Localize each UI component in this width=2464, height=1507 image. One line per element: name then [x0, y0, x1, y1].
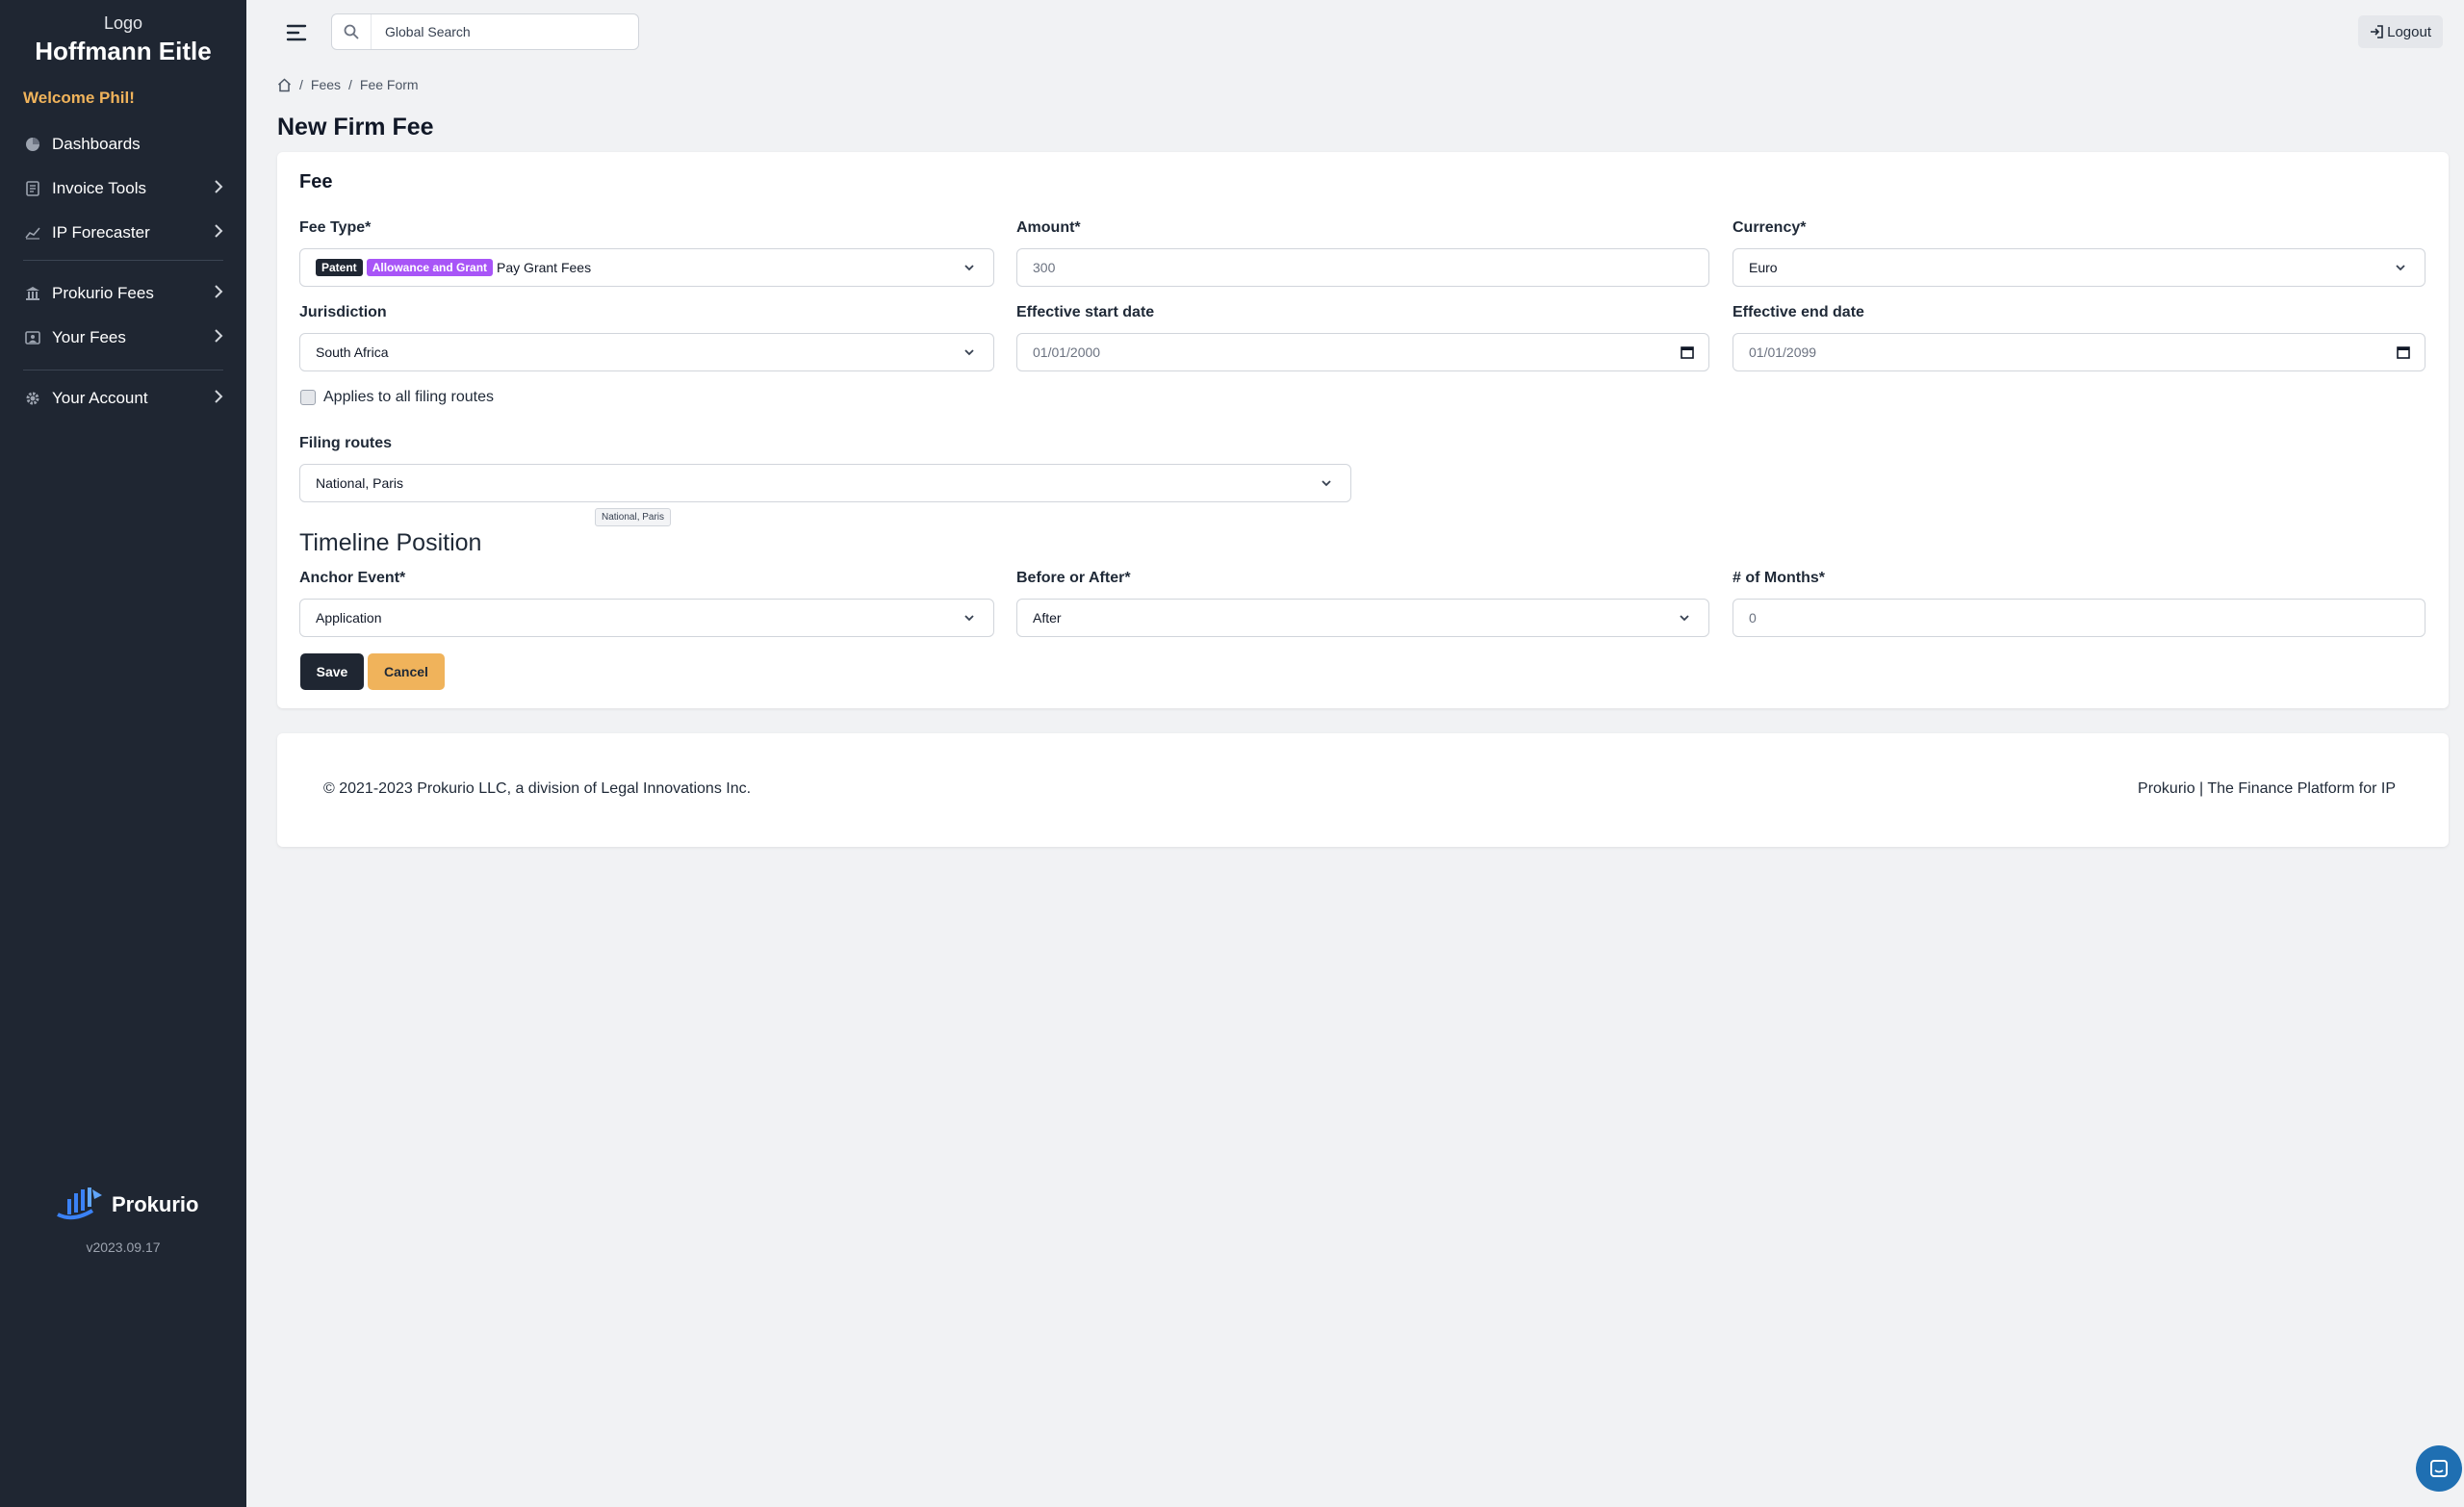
sidebar-item-label: Prokurio Fees	[52, 284, 154, 302]
chevron-down-icon	[1676, 609, 1693, 626]
applies-all-routes-row[interactable]: Applies to all filing routes	[300, 389, 494, 406]
filing-routes-label: Filing routes	[299, 435, 392, 451]
chevron-down-icon	[1318, 474, 1335, 492]
sidebar-item-label: IP Forecaster	[52, 223, 150, 242]
fee-type-select[interactable]: Patent Allowance and Grant Pay Grant Fee…	[299, 248, 994, 287]
chevron-down-icon	[2392, 259, 2409, 276]
applies-all-routes-checkbox[interactable]	[300, 390, 316, 405]
logout-label: Logout	[2387, 23, 2431, 40]
footer-copyright: © 2021-2023 Prokurio LLC, a division of …	[323, 780, 752, 797]
prokurio-logo-icon	[57, 1188, 102, 1220]
fee-section-title: Fee	[299, 171, 333, 192]
filing-routes-value: National, Paris	[316, 475, 404, 491]
gear-icon	[23, 389, 42, 408]
start-date-value: 01/01/2000	[1033, 345, 1101, 360]
chevron-right-icon	[214, 179, 223, 198]
sidebar-item-label: Your Account	[52, 389, 148, 407]
end-date-label: Effective end date	[1732, 304, 1864, 320]
app-version: v2023.09.17	[86, 1239, 161, 1255]
months-label: # of Months*	[1732, 570, 1825, 586]
amount-label: Amount*	[1016, 219, 1081, 236]
firm-name: Hoffmann Eitle	[35, 37, 212, 65]
start-date-label: Effective start date	[1016, 304, 1155, 320]
global-search[interactable]	[331, 13, 639, 50]
filing-routes-tooltip: National, Paris	[595, 508, 672, 526]
line-chart-icon	[23, 223, 42, 243]
months-value: 0	[1749, 610, 1757, 626]
sidebar-item-label: Dashboards	[52, 135, 141, 153]
fee-type-label: Fee Type*	[299, 219, 372, 236]
chevron-down-icon	[961, 259, 978, 276]
start-date-field[interactable]: 01/01/2000	[1016, 333, 1709, 371]
amount-value: 300	[1033, 260, 1056, 275]
calendar-icon[interactable]	[1680, 345, 1695, 363]
jurisdiction-value: South Africa	[316, 345, 389, 360]
sidebar-item-label: Invoice Tools	[52, 179, 146, 197]
sidebar-item-dashboards[interactable]: Dashboards	[23, 130, 223, 159]
before-after-value: After	[1033, 610, 1062, 626]
anchor-event-label: Anchor Event*	[299, 570, 406, 586]
filing-routes-select[interactable]: National, Paris	[299, 464, 1351, 502]
before-after-label: Before or After*	[1016, 570, 1131, 586]
jurisdiction-label: Jurisdiction	[299, 304, 387, 320]
currency-select[interactable]: Euro	[1732, 248, 2426, 287]
chevron-right-icon	[214, 328, 223, 347]
currency-label: Currency*	[1732, 219, 1807, 236]
sidebar: Logo Hoffmann Eitle Welcome Phil! Dashbo…	[0, 0, 246, 1507]
amount-field[interactable]: 300	[1016, 248, 1709, 287]
chevron-right-icon	[214, 284, 223, 303]
currency-value: Euro	[1749, 260, 1778, 275]
breadcrumb-separator: /	[348, 77, 352, 92]
menu-toggle-icon[interactable]	[285, 21, 308, 44]
timeline-section-title: Timeline Position	[299, 529, 482, 556]
breadcrumb-fees[interactable]: Fees	[311, 77, 341, 92]
pie-chart-icon	[23, 135, 42, 154]
chevron-right-icon	[214, 223, 223, 243]
before-after-select[interactable]: After	[1016, 599, 1709, 637]
anchor-event-select[interactable]: Application	[299, 599, 994, 637]
id-card-icon	[23, 328, 42, 347]
footer-tagline: Prokurio | The Finance Platform for IP	[2138, 780, 2396, 797]
chat-icon	[2430, 1460, 2448, 1477]
sidebar-item-prokurio-fees[interactable]: Prokurio Fees	[23, 279, 223, 308]
chevron-right-icon	[214, 389, 223, 408]
bank-icon	[23, 284, 42, 303]
logout-button[interactable]: Logout	[2358, 15, 2443, 48]
end-date-field[interactable]: 01/01/2099	[1732, 333, 2426, 371]
home-icon[interactable]	[277, 77, 292, 92]
sidebar-item-ip-forecaster[interactable]: IP Forecaster	[23, 218, 223, 247]
breadcrumb: / Fees / Fee Form	[277, 77, 419, 92]
logo-image: Logo	[103, 13, 143, 33]
prokurio-logo: Prokurio	[54, 1186, 198, 1224]
calendar-icon[interactable]	[2396, 345, 2411, 363]
cancel-button[interactable]: Cancel	[368, 653, 445, 690]
logout-icon	[2370, 25, 2383, 38]
search-input[interactable]	[372, 23, 637, 40]
chevron-down-icon	[961, 344, 978, 361]
anchor-event-value: Application	[316, 610, 382, 626]
invoice-icon	[23, 179, 42, 198]
jurisdiction-select[interactable]: South Africa	[299, 333, 994, 371]
breadcrumb-separator: /	[299, 77, 303, 92]
prokurio-wordmark: Prokurio	[112, 1192, 199, 1216]
sidebar-item-your-account[interactable]: Your Account	[23, 384, 223, 413]
welcome-message: Welcome Phil!	[23, 89, 135, 107]
breadcrumb-fee-form: Fee Form	[359, 77, 419, 92]
patent-badge: Patent	[316, 259, 363, 276]
end-date-value: 01/01/2099	[1749, 345, 1817, 360]
sidebar-item-invoice-tools[interactable]: Invoice Tools	[23, 174, 223, 203]
allowance-grant-badge: Allowance and Grant	[366, 259, 494, 276]
sidebar-item-your-fees[interactable]: Your Fees	[23, 323, 223, 352]
months-field[interactable]: 0	[1732, 599, 2426, 637]
chat-widget-button[interactable]	[2416, 1445, 2462, 1492]
nav-divider	[23, 260, 223, 261]
chevron-down-icon	[961, 609, 978, 626]
page-title: New Firm Fee	[277, 114, 434, 140]
save-button[interactable]: Save	[300, 653, 364, 690]
sidebar-item-label: Your Fees	[52, 328, 126, 346]
search-icon	[332, 14, 372, 49]
fee-type-value: Pay Grant Fees	[497, 260, 592, 275]
applies-all-routes-label: Applies to all filing routes	[323, 389, 494, 405]
